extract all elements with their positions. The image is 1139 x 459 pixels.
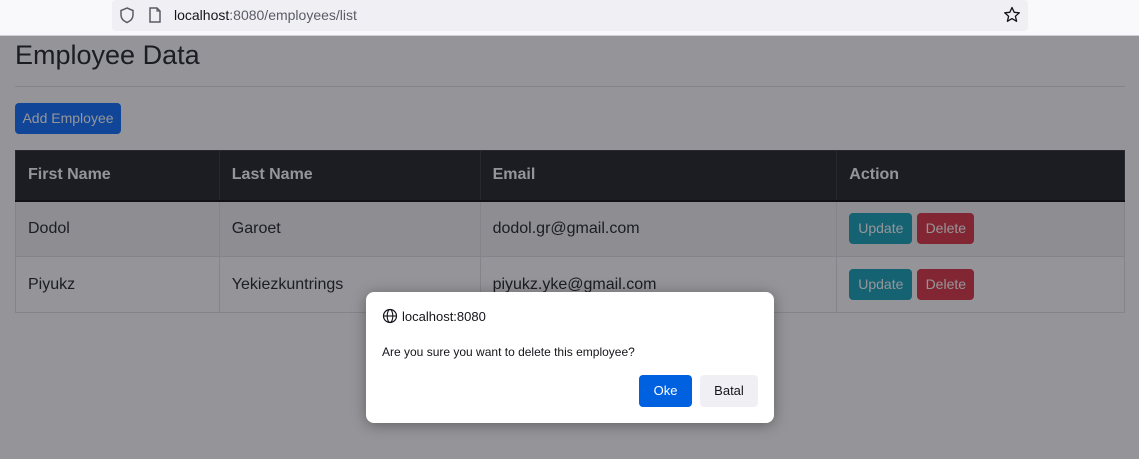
ok-button[interactable]: Oke bbox=[639, 375, 692, 407]
page-icon[interactable] bbox=[147, 6, 163, 24]
url-path: :8080/employees/list bbox=[229, 7, 357, 23]
browser-toolbar: localhost:8080/employees/list bbox=[0, 0, 1139, 36]
cancel-button[interactable]: Batal bbox=[700, 375, 758, 407]
shield-icon[interactable] bbox=[118, 6, 136, 24]
dialog-message: Are you sure you want to delete this emp… bbox=[382, 345, 635, 359]
url-text[interactable]: localhost:8080/employees/list bbox=[174, 7, 357, 23]
bookmark-star-icon[interactable] bbox=[1002, 5, 1022, 25]
globe-icon bbox=[382, 308, 398, 324]
url-host: localhost bbox=[174, 7, 230, 23]
dialog-origin: localhost:8080 bbox=[402, 309, 486, 324]
confirm-dialog: localhost:8080 Are you sure you want to … bbox=[366, 292, 774, 423]
